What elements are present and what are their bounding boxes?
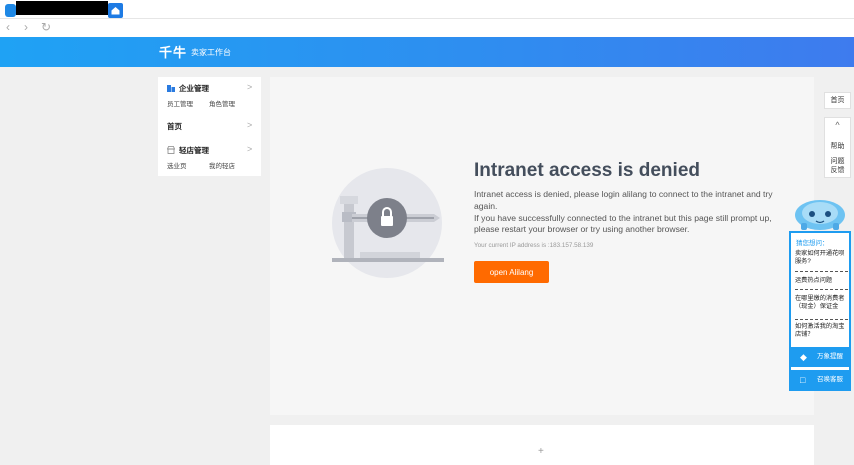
- chevron-right-icon: >: [247, 82, 253, 92]
- app-logo[interactable]: 千牛: [159, 42, 187, 61]
- sidebar-item-roles[interactable]: 角色管理: [209, 98, 235, 108]
- help-button[interactable]: 帮助: [825, 141, 850, 151]
- assistant-question-2[interactable]: 运费热点问题: [795, 277, 849, 285]
- reload-button[interactable]: ↻: [39, 20, 53, 34]
- sidebar-section-enterprise[interactable]: 企业管理: [167, 83, 209, 94]
- assistant-question-3[interactable]: 在哪里缴的消费者（现金）保证金: [795, 295, 849, 311]
- sidebar-item-my-shop[interactable]: 我的轻店: [209, 160, 235, 170]
- sidebar-section-shop[interactable]: 轻店管理: [167, 145, 209, 156]
- lock-illustration: [332, 168, 444, 278]
- open-alilang-button[interactable]: open Alilang: [474, 261, 549, 283]
- bell-icon: ◆: [800, 352, 807, 362]
- app-favicon-icon: [5, 4, 16, 17]
- home-icon: [111, 7, 120, 15]
- redacted-tab-title[interactable]: [16, 1, 108, 15]
- divider: [795, 271, 848, 272]
- sidebar-section-label: 轻店管理: [179, 146, 209, 155]
- sidebar: 企业管理 > 员工管理 角色管理 首页 > 轻店管理 > 选业页 我的轻店: [158, 77, 261, 176]
- chevron-right-icon: >: [247, 144, 253, 154]
- sidebar-section-label: 企业管理: [179, 84, 209, 93]
- feedback-label-2: 反馈: [830, 167, 845, 174]
- building-icon: [167, 85, 175, 92]
- assistant-heading: 猜您想问：: [796, 240, 829, 247]
- float-help-panel: ^ 帮助 问题 反馈: [824, 117, 851, 178]
- reminder-button[interactable]: ◆ 万象提醒: [791, 347, 849, 367]
- error-line-1: Intranet access is denied, please login …: [474, 189, 773, 211]
- browser-tab-strip: [0, 0, 854, 19]
- sidebar-item-select[interactable]: 选业页: [167, 160, 187, 170]
- forward-button[interactable]: ›: [19, 20, 33, 34]
- assistant-question-4[interactable]: 如何激活我的淘宝店铺？: [795, 323, 849, 339]
- divider: [795, 319, 848, 320]
- back-button[interactable]: ‹: [1, 20, 15, 34]
- app-header: 千牛 卖家工作台: [0, 37, 854, 67]
- feedback-label-1: 问题: [830, 158, 845, 165]
- contact-support-label: 召唤客服: [817, 376, 843, 383]
- contact-support-button[interactable]: □ 召唤客服: [791, 370, 849, 390]
- reminder-label: 万象提醒: [817, 353, 843, 360]
- chevron-right-icon: >: [247, 120, 253, 130]
- float-home-button[interactable]: 首页: [824, 92, 851, 109]
- error-description: Intranet access is denied, please login …: [474, 189, 774, 236]
- assistant-robot-icon[interactable]: [793, 197, 847, 231]
- feedback-button[interactable]: 问题 反馈: [825, 157, 850, 175]
- assistant-question-1[interactable]: 卖家如何开通花呗服务?: [795, 250, 849, 266]
- browser-nav-bar: ‹ › ↻: [0, 19, 854, 37]
- shop-icon: [167, 146, 175, 154]
- chevron-up-icon[interactable]: ^: [825, 120, 850, 130]
- add-icon[interactable]: +: [538, 446, 544, 457]
- assistant-panel: 猜您想问： 卖家如何开通花呗服务? 运费热点问题 在哪里缴的消费者（现金）保证金…: [789, 231, 851, 391]
- divider: [795, 289, 848, 290]
- lower-card: [270, 425, 814, 465]
- home-tab-button[interactable]: [108, 3, 123, 18]
- sidebar-item-staff[interactable]: 员工管理: [167, 98, 193, 108]
- ip-address-text: Your current IP address is :183.157.58.1…: [474, 242, 594, 249]
- error-title: Intranet access is denied: [474, 160, 700, 181]
- sidebar-item-home[interactable]: 首页: [167, 121, 182, 132]
- error-line-2: If you have successfully connected to th…: [474, 212, 772, 235]
- chat-icon: □: [800, 375, 806, 385]
- app-subtitle: 卖家工作台: [191, 48, 231, 57]
